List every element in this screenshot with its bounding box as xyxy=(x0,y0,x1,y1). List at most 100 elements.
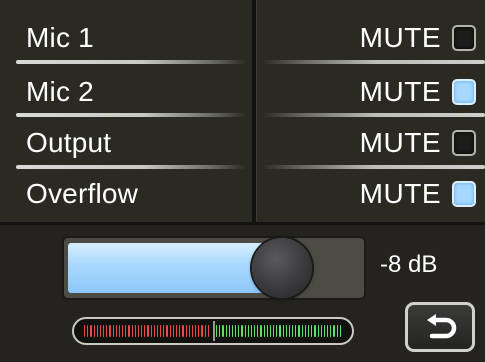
mute-label-mic-2: MUTE xyxy=(359,76,441,107)
meter-segment-red xyxy=(172,325,174,337)
meter-segment-green xyxy=(330,325,332,337)
meter-segment-green xyxy=(216,325,218,337)
meter-segment-red xyxy=(128,325,130,337)
mute-label-mic-1: MUTE xyxy=(359,22,441,53)
meter-segment-red xyxy=(118,325,121,337)
meter-segment-red xyxy=(198,325,200,337)
mute-toggle-mic-1[interactable] xyxy=(452,25,476,51)
meter-segment-red xyxy=(115,325,117,337)
meter-segment-green xyxy=(235,325,237,337)
mute-label-output: MUTE xyxy=(359,127,441,158)
meter-segment-red xyxy=(195,325,197,337)
meter-segment-green xyxy=(219,325,221,337)
mute-label-overflow: MUTE xyxy=(359,178,441,209)
meter-segment-red xyxy=(106,325,108,337)
meter-segment-green xyxy=(228,325,230,337)
meter-segment-red xyxy=(156,325,159,337)
back-arrow-icon xyxy=(427,314,457,339)
meter-segment-green xyxy=(304,325,306,337)
row-divider xyxy=(16,165,246,169)
meter-segment-green xyxy=(273,325,275,337)
meter-segment-green xyxy=(244,325,246,337)
meter-segment-green xyxy=(231,325,234,337)
meter-segment-red xyxy=(87,325,89,337)
mute-toggle-mic-2[interactable] xyxy=(452,79,476,105)
meter-segment-red xyxy=(191,325,194,337)
meter-segment-green xyxy=(307,325,310,337)
meter-segment-red xyxy=(153,325,155,337)
meter-segment-red xyxy=(90,325,92,337)
meter-segment-red xyxy=(134,325,136,337)
row-divider xyxy=(16,60,246,64)
row-divider xyxy=(262,113,485,117)
level-meter-center-line xyxy=(213,321,215,341)
meter-segment-red xyxy=(163,325,165,337)
level-meter-left xyxy=(84,325,209,337)
level-meter-right xyxy=(216,325,341,337)
channel-name-mic-2: Mic 2 xyxy=(26,76,94,107)
meter-segment-red xyxy=(112,325,114,337)
meter-segment-green xyxy=(320,325,322,337)
meter-segment-red xyxy=(160,325,162,337)
meter-segment-green xyxy=(266,325,268,337)
meter-segment-green xyxy=(301,325,303,337)
meter-segment-green xyxy=(288,325,291,337)
row-divider xyxy=(16,113,246,117)
meter-segment-red xyxy=(96,325,98,337)
meter-segment-green xyxy=(238,325,240,337)
row-divider xyxy=(262,165,485,169)
meter-segment-red xyxy=(144,325,146,337)
meter-segment-red xyxy=(150,325,152,337)
meter-segment-green xyxy=(323,325,326,337)
meter-segment-green xyxy=(282,325,284,337)
meter-segment-red xyxy=(109,325,111,337)
meter-segment-green xyxy=(263,325,265,337)
meter-segment-red xyxy=(166,325,168,337)
column-divider xyxy=(252,0,256,222)
row-divider xyxy=(262,60,485,64)
level-slider[interactable] xyxy=(62,236,366,300)
meter-segment-red xyxy=(103,325,105,337)
level-readout: -8 dB xyxy=(380,251,438,278)
meter-segment-red xyxy=(131,325,133,337)
meter-segment-green xyxy=(279,325,281,337)
meter-segment-green xyxy=(295,325,297,337)
meter-segment-green xyxy=(292,325,294,337)
meter-segment-red xyxy=(125,325,127,337)
level-meter xyxy=(72,317,354,345)
meter-segment-red xyxy=(204,325,206,337)
meter-segment-red xyxy=(201,325,203,337)
meter-segment-green xyxy=(257,325,259,337)
level-slider-fill xyxy=(68,243,282,293)
level-slider-knob[interactable] xyxy=(252,238,312,298)
meter-segment-red xyxy=(188,325,190,337)
meter-segment-green xyxy=(339,325,341,337)
mute-toggle-output[interactable] xyxy=(452,130,476,156)
meter-segment-green xyxy=(247,325,249,337)
meter-segment-green xyxy=(254,325,256,337)
mute-toggle-overflow[interactable] xyxy=(452,181,476,207)
meter-segment-green xyxy=(241,325,243,337)
meter-segment-green xyxy=(222,325,224,337)
meter-segment-red xyxy=(179,325,181,337)
meter-segment-green xyxy=(269,325,272,337)
meter-segment-green xyxy=(333,325,335,337)
channel-name-output: Output xyxy=(26,127,112,158)
meter-segment-red xyxy=(185,325,187,337)
section-divider xyxy=(0,222,485,225)
meter-segment-green xyxy=(285,325,287,337)
meter-segment-green xyxy=(260,325,262,337)
meter-segment-red xyxy=(99,325,102,337)
meter-segment-red xyxy=(169,325,171,337)
meter-segment-red xyxy=(207,325,209,337)
meter-segment-red xyxy=(147,325,149,337)
meter-segment-green xyxy=(314,325,316,337)
meter-segment-green xyxy=(225,325,227,337)
back-button[interactable] xyxy=(405,302,475,352)
meter-segment-red xyxy=(141,325,143,337)
meter-segment-green xyxy=(276,325,278,337)
meter-segment-red xyxy=(122,325,124,337)
meter-segment-green xyxy=(311,325,313,337)
meter-segment-green xyxy=(336,325,338,337)
meter-segment-red xyxy=(182,325,184,337)
